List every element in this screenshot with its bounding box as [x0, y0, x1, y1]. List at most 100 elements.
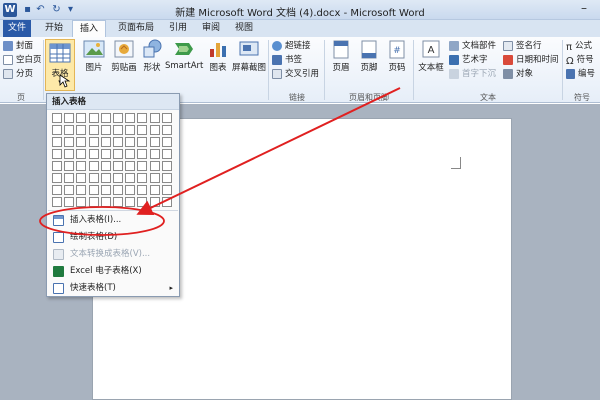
table-grid-cell[interactable]	[64, 149, 75, 159]
table-grid-cell[interactable]	[100, 161, 111, 171]
table-grid-cell[interactable]	[100, 173, 111, 183]
table-grid-cell[interactable]	[88, 173, 99, 183]
table-grid-cell[interactable]	[100, 197, 111, 207]
table-grid-cell[interactable]	[125, 197, 136, 207]
table-grid-cell[interactable]	[76, 113, 87, 123]
screenshot-button[interactable]: 屏幕截图	[231, 39, 267, 73]
table-grid-cell[interactable]	[76, 137, 87, 147]
equation-button[interactable]: π 公式	[566, 40, 592, 53]
table-grid-cell[interactable]	[113, 125, 123, 135]
table-grid-cell[interactable]	[137, 137, 148, 147]
cross-reference-button[interactable]: 交叉引用	[272, 68, 319, 81]
table-grid-cell[interactable]	[88, 125, 99, 135]
table-grid-cell[interactable]	[100, 137, 111, 147]
table-grid-cell[interactable]	[161, 197, 172, 207]
table-grid-cell[interactable]	[161, 113, 172, 123]
menu-draw-table[interactable]: 绘制表格(D)	[48, 230, 178, 245]
table-grid-cell[interactable]	[125, 173, 136, 183]
shapes-button[interactable]: 形状	[140, 39, 164, 73]
table-grid-cell[interactable]	[52, 137, 62, 147]
table-grid-cell[interactable]	[125, 161, 136, 171]
table-grid-cell[interactable]	[137, 113, 148, 123]
page-break-button[interactable]: 分页	[3, 68, 33, 81]
table-grid-cell[interactable]	[137, 149, 148, 159]
signature-line-button[interactable]: 签名行	[503, 40, 542, 53]
table-grid-cell[interactable]	[76, 161, 87, 171]
chart-button[interactable]: 图表	[204, 39, 232, 73]
table-grid-cell[interactable]	[52, 149, 62, 159]
wordart-button[interactable]: 艺术字	[449, 54, 488, 67]
clipart-button[interactable]: 剪贴画	[108, 39, 140, 73]
drop-cap-button[interactable]: 首字下沉	[449, 68, 496, 81]
table-grid-cell[interactable]	[113, 197, 123, 207]
table-grid-cell[interactable]	[125, 125, 136, 135]
table-grid-cell[interactable]	[76, 197, 87, 207]
tab-references[interactable]: 引用	[164, 20, 192, 37]
table-grid-cell[interactable]	[88, 197, 99, 207]
cover-page-button[interactable]: 封面	[3, 40, 33, 53]
table-grid-cell[interactable]	[52, 113, 62, 123]
table-grid-cell[interactable]	[76, 149, 87, 159]
table-grid-cell[interactable]	[64, 113, 75, 123]
object-button[interactable]: 对象	[503, 68, 533, 81]
table-grid-cell[interactable]	[125, 137, 136, 147]
table-grid-cell[interactable]	[125, 149, 136, 159]
table-grid-cell[interactable]	[52, 197, 62, 207]
table-grid-cell[interactable]	[64, 173, 75, 183]
menu-excel-spreadsheet[interactable]: Excel 电子表格(X)	[48, 264, 178, 279]
table-grid-cell[interactable]	[125, 113, 136, 123]
tab-review[interactable]: 审阅	[196, 20, 226, 37]
bookmark-button[interactable]: 书签	[272, 54, 302, 67]
tab-home[interactable]: 开始	[38, 20, 70, 37]
table-grid-cell[interactable]	[113, 185, 123, 195]
table-grid-cell[interactable]	[161, 125, 172, 135]
tab-insert[interactable]: 插入	[72, 20, 106, 38]
footer-button[interactable]: 页脚	[356, 39, 382, 73]
table-button[interactable]: 表格 ▾	[45, 39, 75, 91]
page-number-button[interactable]: # 页码	[384, 39, 410, 73]
table-grid-cell[interactable]	[113, 149, 123, 159]
table-grid-cell[interactable]	[137, 173, 148, 183]
table-grid-cell[interactable]	[113, 161, 123, 171]
table-grid-cell[interactable]	[52, 125, 62, 135]
table-grid-cell[interactable]	[149, 197, 160, 207]
table-grid-cell[interactable]	[149, 137, 160, 147]
menu-quick-tables[interactable]: 快速表格(T) ▸	[48, 281, 178, 296]
table-grid-cell[interactable]	[161, 161, 172, 171]
table-grid-cell[interactable]	[88, 113, 99, 123]
table-grid-cell[interactable]	[64, 197, 75, 207]
blank-page-button[interactable]: 空白页	[3, 54, 42, 67]
table-grid-cell[interactable]	[64, 161, 75, 171]
table-grid-cell[interactable]	[113, 137, 123, 147]
smartart-button[interactable]: SmartArt	[165, 39, 203, 71]
number-button[interactable]: 编号	[566, 68, 595, 81]
date-time-button[interactable]: 日期和时间	[503, 54, 559, 67]
table-grid-cell[interactable]	[161, 173, 172, 183]
hyperlink-button[interactable]: 超链接	[272, 40, 311, 53]
table-grid-cell[interactable]	[52, 161, 62, 171]
table-grid-cell[interactable]	[76, 125, 87, 135]
table-grid-cell[interactable]	[100, 113, 111, 123]
minimize-button[interactable]: –	[574, 2, 594, 16]
table-grid-cell[interactable]	[88, 137, 99, 147]
menu-insert-table[interactable]: 插入表格(I)...	[48, 213, 178, 228]
table-grid-cell[interactable]	[149, 173, 160, 183]
table-grid-cell[interactable]	[137, 185, 148, 195]
tab-page-layout[interactable]: 页面布局	[110, 20, 162, 37]
menu-text-to-table[interactable]: 文本转换成表格(V)...	[48, 247, 178, 262]
table-grid-cell[interactable]	[88, 149, 99, 159]
table-grid-cell[interactable]	[88, 161, 99, 171]
tab-view[interactable]: 视图	[229, 20, 259, 37]
table-grid-cell[interactable]	[76, 173, 87, 183]
table-grid-cell[interactable]	[137, 197, 148, 207]
symbol-button[interactable]: Ω 符号	[566, 54, 594, 67]
table-grid-cell[interactable]	[64, 125, 75, 135]
table-grid-cell[interactable]	[100, 185, 111, 195]
table-grid-cell[interactable]	[149, 125, 160, 135]
quick-parts-button[interactable]: 文档部件	[449, 40, 496, 53]
table-grid-cell[interactable]	[64, 185, 75, 195]
table-grid-cell[interactable]	[161, 149, 172, 159]
table-grid-cell[interactable]	[149, 113, 160, 123]
table-grid-cell[interactable]	[137, 125, 148, 135]
table-grid-cell[interactable]	[161, 137, 172, 147]
